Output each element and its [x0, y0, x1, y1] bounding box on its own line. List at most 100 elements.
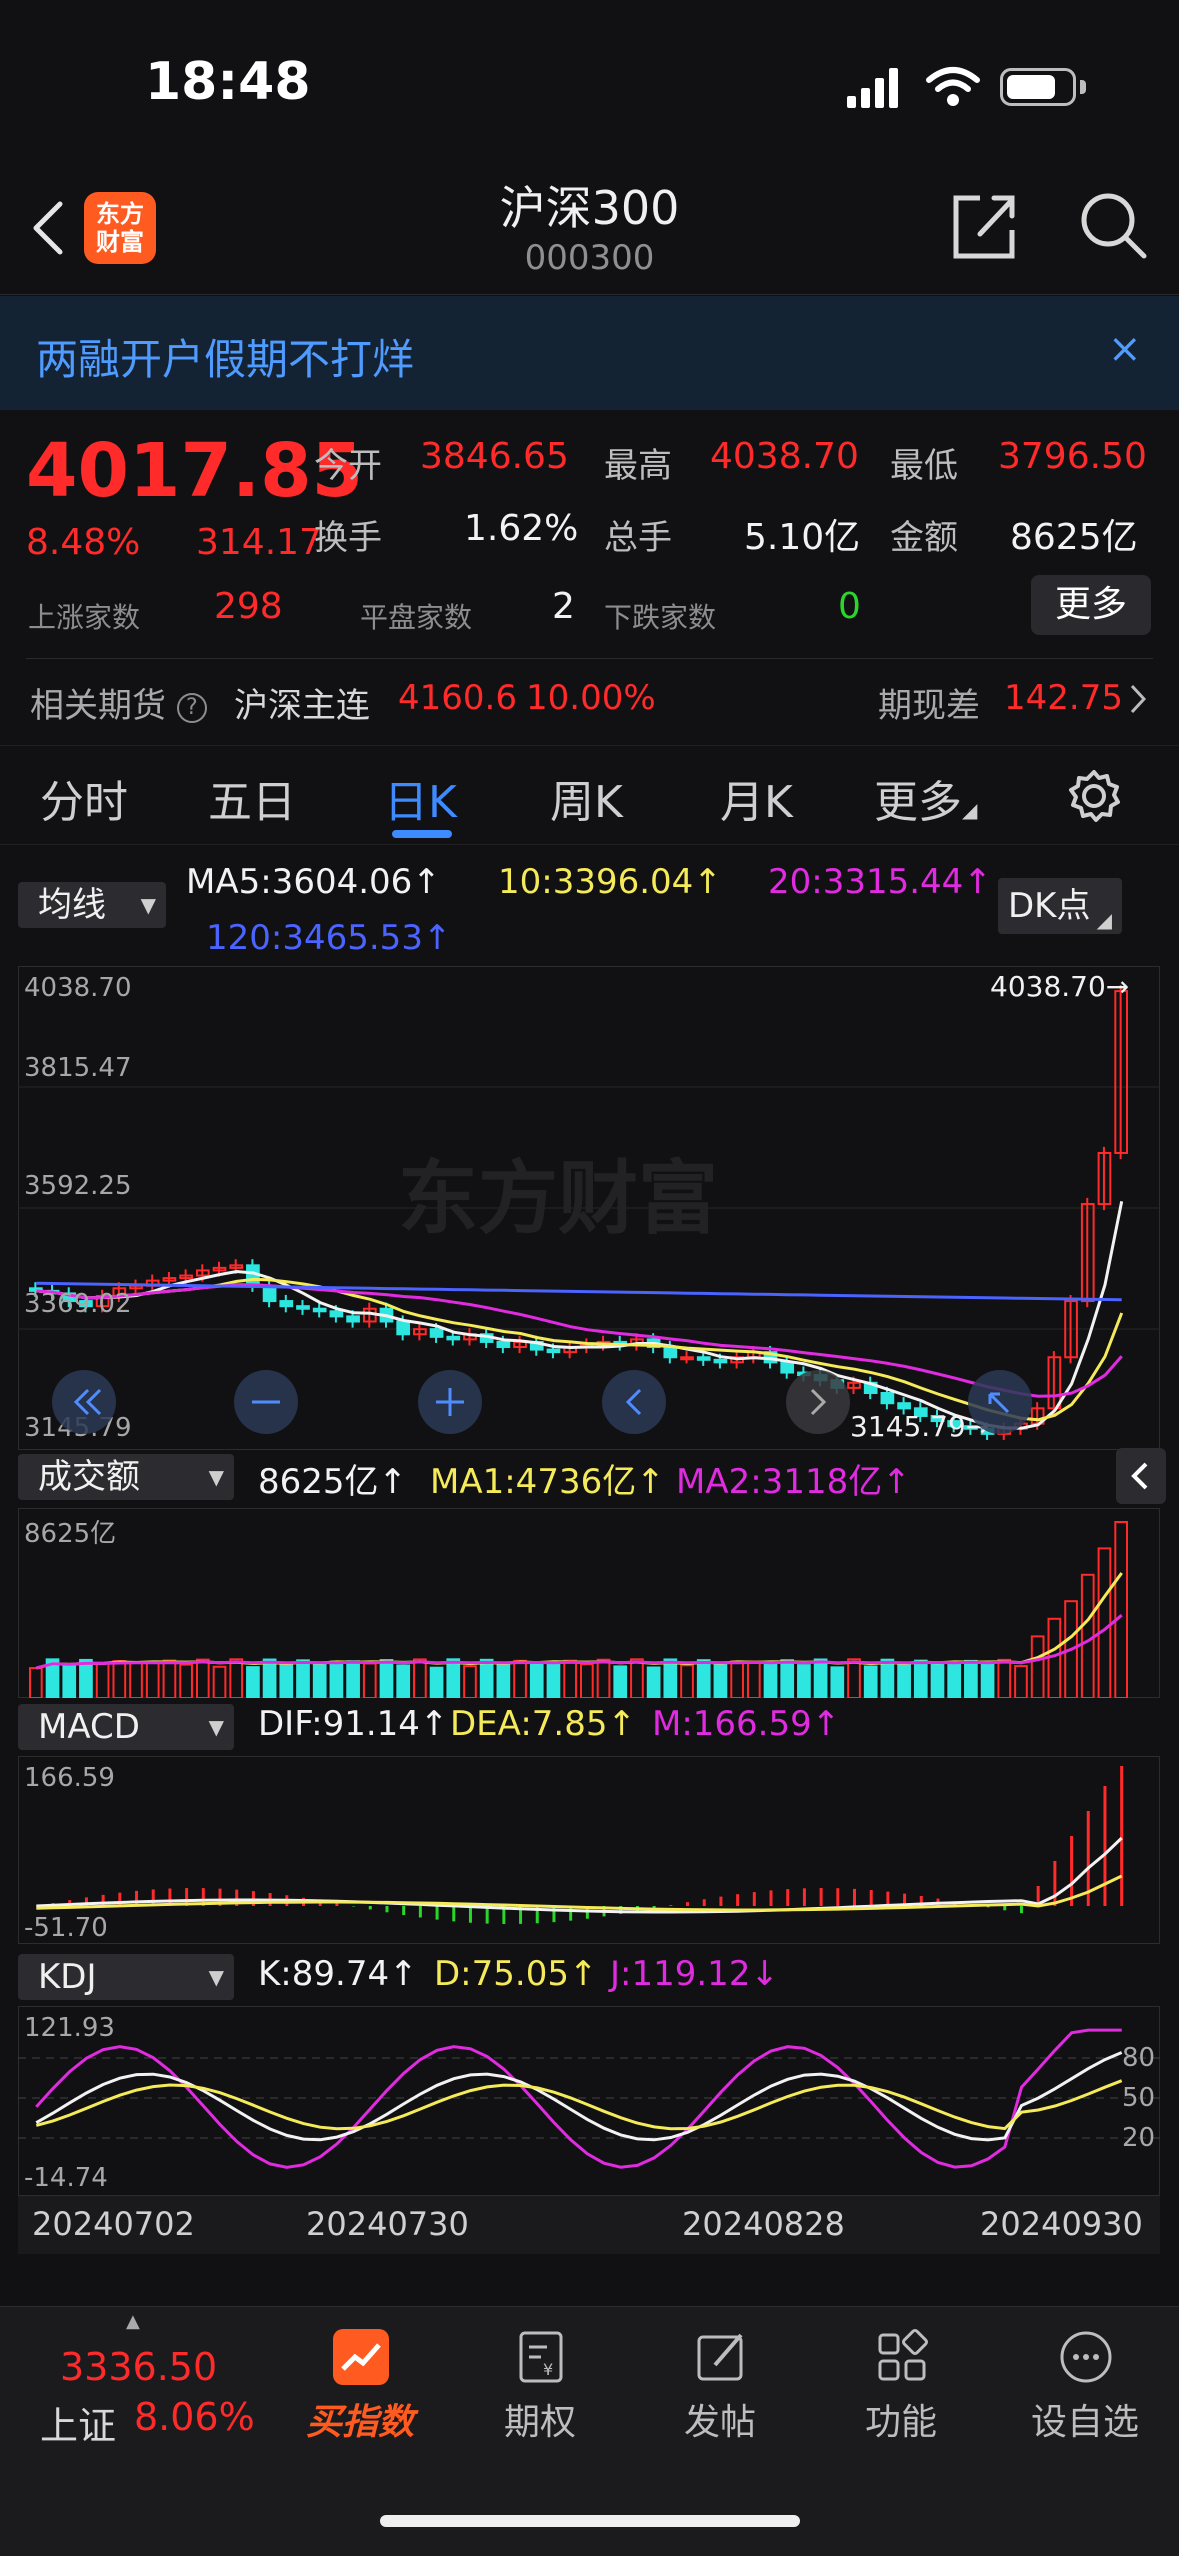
zoom-out-button[interactable]: [234, 1370, 298, 1434]
index-ticker[interactable]: ▲ 3336.50 上证 8.06%: [0, 2307, 270, 2487]
collapse-panel-button[interactable]: [1116, 1448, 1166, 1504]
volume-bar: [613, 1665, 628, 1698]
volume-label: 总手: [604, 518, 672, 558]
kdj-selector[interactable]: KDJ ▼: [18, 1954, 234, 2000]
volume-bar: [413, 1658, 427, 1698]
volume-ma2: MA2:3118亿↑: [676, 1462, 911, 1502]
quote-panel: 4017.85 8.48% 314.17 今开 3846.65 最高 4038.…: [0, 410, 1179, 740]
ma-selector[interactable]: 均线 ▼: [18, 882, 166, 928]
ma10-value: 10:3396.04↑: [498, 862, 722, 902]
scroll-left-button[interactable]: [602, 1370, 666, 1434]
date-label-4: 20240930: [980, 2205, 1143, 2243]
volume-ma1: MA1:4736亿↑: [430, 1462, 665, 1502]
macd-dea: DEA:7.85↑: [450, 1704, 636, 1744]
ma5-value: MA5:3604.06↑: [186, 862, 441, 902]
help-icon[interactable]: ?: [176, 692, 207, 723]
kdj-level-50: 50: [1122, 2083, 1155, 2113]
candle: [546, 1348, 561, 1354]
volume-bar: [880, 1658, 895, 1698]
volume-y-label: 8625亿: [24, 1519, 116, 1549]
volume-bar: [997, 1658, 1012, 1698]
volume-bar: [362, 1662, 377, 1698]
wifi-icon: [926, 67, 980, 106]
basis-value: 142.75: [1004, 678, 1123, 718]
ma120-line: [36, 1281, 1122, 1302]
chevron-right-icon[interactable]: [1128, 682, 1148, 716]
tab-more[interactable]: 更多◢: [874, 766, 977, 830]
close-icon[interactable]: ×: [1108, 326, 1142, 372]
volume-bar: [446, 1658, 461, 1698]
volume-bar: [1047, 1617, 1062, 1698]
candle: [663, 1346, 678, 1359]
promo-banner[interactable]: 两融开户假期不打烊 ×: [0, 296, 1179, 410]
volume-bar: [780, 1659, 795, 1698]
kline-chart[interactable]: 东方财富 4038.70 3815.47 3592.25 3369.02 314…: [18, 966, 1160, 1450]
volume-ma1-line: [35, 1572, 1123, 1670]
change-abs: 314.17: [196, 522, 322, 563]
macd-m: M:166.59↑: [652, 1704, 841, 1744]
volume-bar: [847, 1658, 861, 1698]
volume-bar: [312, 1661, 327, 1698]
volume-bar: [145, 1661, 160, 1698]
open-label: 今开: [314, 446, 382, 486]
ma10-line: [36, 1277, 1124, 1422]
volume-bar: [95, 1662, 110, 1698]
tab-monthly-k[interactable]: 月K: [720, 766, 793, 830]
volume-bar: [596, 1658, 611, 1698]
candle: [396, 1320, 411, 1336]
macd-selector[interactable]: MACD ▼: [18, 1704, 234, 1750]
volume-bar: [813, 1658, 828, 1698]
volume-bar: [830, 1666, 845, 1698]
more-button[interactable]: 更多: [1031, 575, 1151, 635]
search-icon[interactable]: [1078, 190, 1150, 262]
gear-icon[interactable]: [1066, 768, 1122, 824]
volume-bar: [162, 1659, 177, 1698]
volume-bar: [1097, 1547, 1112, 1698]
volume-chart[interactable]: 8625亿: [18, 1508, 1160, 1698]
volume-bar: [112, 1660, 127, 1698]
volume-bar: [79, 1658, 93, 1698]
cellular-signal-icon: [847, 68, 898, 108]
scroll-right-button[interactable]: [786, 1370, 850, 1434]
tab-intraday[interactable]: 分时: [40, 766, 128, 830]
futures-label[interactable]: 相关期货 ?: [30, 678, 207, 727]
macd-chart[interactable]: 166.59 -51.70: [18, 1756, 1160, 1944]
futures-pct: 10.00%: [526, 678, 656, 718]
volume-value: 5.10亿: [744, 517, 861, 558]
volume-selector[interactable]: 成交额 ▼: [18, 1454, 234, 1500]
kdj-y-top: 121.93: [24, 2013, 115, 2043]
volume-bar: [296, 1659, 310, 1698]
tab-weekly-k[interactable]: 周K: [550, 766, 623, 830]
candle: [346, 1315, 360, 1323]
trend-icon: [333, 2329, 389, 2385]
candle: [296, 1305, 310, 1310]
tab-five-day[interactable]: 五日: [208, 766, 296, 830]
futures-name[interactable]: 沪深主连: [234, 678, 370, 727]
ma20-line: [36, 1283, 1123, 1398]
volume-bar: [563, 1659, 578, 1698]
fullscreen-button[interactable]: [968, 1370, 1032, 1434]
share-icon[interactable]: [950, 190, 1018, 262]
y-label-4: 3369.02: [24, 1289, 132, 1319]
zoom-in-button[interactable]: [418, 1370, 482, 1434]
candle: [880, 1391, 895, 1405]
kdj-chart[interactable]: 121.93 -14.74 80 50 20: [18, 2006, 1160, 2196]
volume-bar: [29, 1667, 43, 1698]
clock: 18:48: [145, 52, 311, 112]
kdj-k: K:89.74↑: [258, 1954, 418, 1994]
date-label-1: 20240702: [32, 2205, 195, 2243]
battery-tip: [1080, 80, 1086, 94]
volume-bar: [680, 1664, 694, 1698]
banner-text[interactable]: 两融开户假期不打烊: [36, 326, 414, 387]
dk-point-button[interactable]: DK点 ◢: [998, 878, 1122, 934]
volume-bar: [980, 1662, 995, 1698]
document-yen-icon: ¥: [519, 2331, 563, 2383]
grid-icon: [878, 2329, 928, 2381]
last-price: 4017.85: [26, 428, 364, 514]
volume-bar: [62, 1664, 77, 1698]
bottom-nav: ▲ 3336.50 上证 8.06% 买指数 ¥ 期权 发帖 功能 设自选: [0, 2306, 1179, 2556]
tab-daily-k[interactable]: 日K: [384, 766, 457, 830]
volume-bar: [329, 1660, 344, 1698]
jump-start-button[interactable]: [52, 1370, 116, 1434]
macd-dif: DIF:91.14↑: [258, 1704, 449, 1744]
